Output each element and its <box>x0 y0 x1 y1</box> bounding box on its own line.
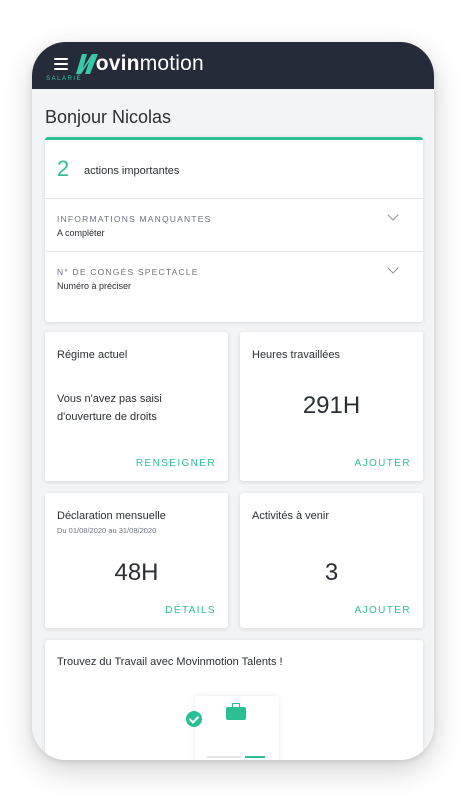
ajouter-heures-button[interactable]: AJOUTER <box>355 458 411 469</box>
talents-promo-card: Trouvez du Travail avec Movinmotion Tale… <box>45 640 423 760</box>
renseigner-button[interactable]: RENSEIGNER <box>136 458 216 469</box>
conges-spectacle-row[interactable]: N° DE CONGÉS SPECTACLE Numéro à préciser <box>45 251 423 304</box>
regime-card: Régime actuel Vous n'avez pas saisi d'ou… <box>45 332 228 481</box>
conges-spectacle-title: N° DE CONGÉS SPECTACLE <box>57 267 199 277</box>
activites-title: Activités à venir <box>252 510 330 522</box>
chevron-down-icon[interactable] <box>387 262 399 274</box>
regime-text: Vous n'avez pas saisi d'ouverture de dro… <box>57 393 162 423</box>
heures-card: Heures travaillées 291H AJOUTER <box>240 332 423 481</box>
check-icon <box>186 711 202 727</box>
logo-wordmark: Movinmotion <box>95 52 204 75</box>
heures-title: Heures travaillées <box>252 349 341 361</box>
declaration-period: Du 01/08/2020 au 31/08/2020 <box>57 526 157 535</box>
missing-info-title: INFORMATIONS MANQUANTES <box>57 214 212 224</box>
chevron-down-icon[interactable] <box>387 209 399 221</box>
missing-info-value: A compléter <box>57 228 105 238</box>
activites-value: 3 <box>324 559 339 586</box>
actions-count: 2 <box>57 156 70 181</box>
actions-label: actions importantes <box>84 165 180 177</box>
briefcase-icon <box>226 703 246 720</box>
missing-info-row[interactable]: INFORMATIONS MANQUANTES A compléter <box>45 198 423 251</box>
dashboard-content: Bonjour Nicolas 2 actions importantes IN… <box>32 89 434 760</box>
details-button[interactable]: DÉTAILS <box>165 605 216 616</box>
activites-card: Activités à venir 3 AJOUTER <box>240 493 423 628</box>
heures-value: 291H <box>302 392 361 419</box>
declaration-title: Déclaration mensuelle <box>57 510 166 522</box>
declaration-value: 48H <box>114 559 159 586</box>
app-header: Movinmotion SALARIÉ <box>32 42 434 89</box>
menu-icon[interactable] <box>54 58 68 70</box>
phone-frame: Movinmotion SALARIÉ Bonjour Nicolas 2 ac… <box>32 42 434 760</box>
declaration-card: Déclaration mensuelle Du 01/08/2020 au 3… <box>45 493 228 628</box>
ajouter-activites-button[interactable]: AJOUTER <box>355 605 411 616</box>
conges-spectacle-value: Numéro à préciser <box>57 281 132 291</box>
page-title: Bonjour Nicolas <box>45 107 172 127</box>
important-actions-card: 2 actions importantes INFORMATIONS MANQU… <box>45 137 423 322</box>
regime-title: Régime actuel <box>57 349 128 361</box>
logo-subtitle: SALARIÉ <box>46 76 82 82</box>
promo-title: Trouvez du Travail avec Movinmotion Tale… <box>57 656 283 668</box>
